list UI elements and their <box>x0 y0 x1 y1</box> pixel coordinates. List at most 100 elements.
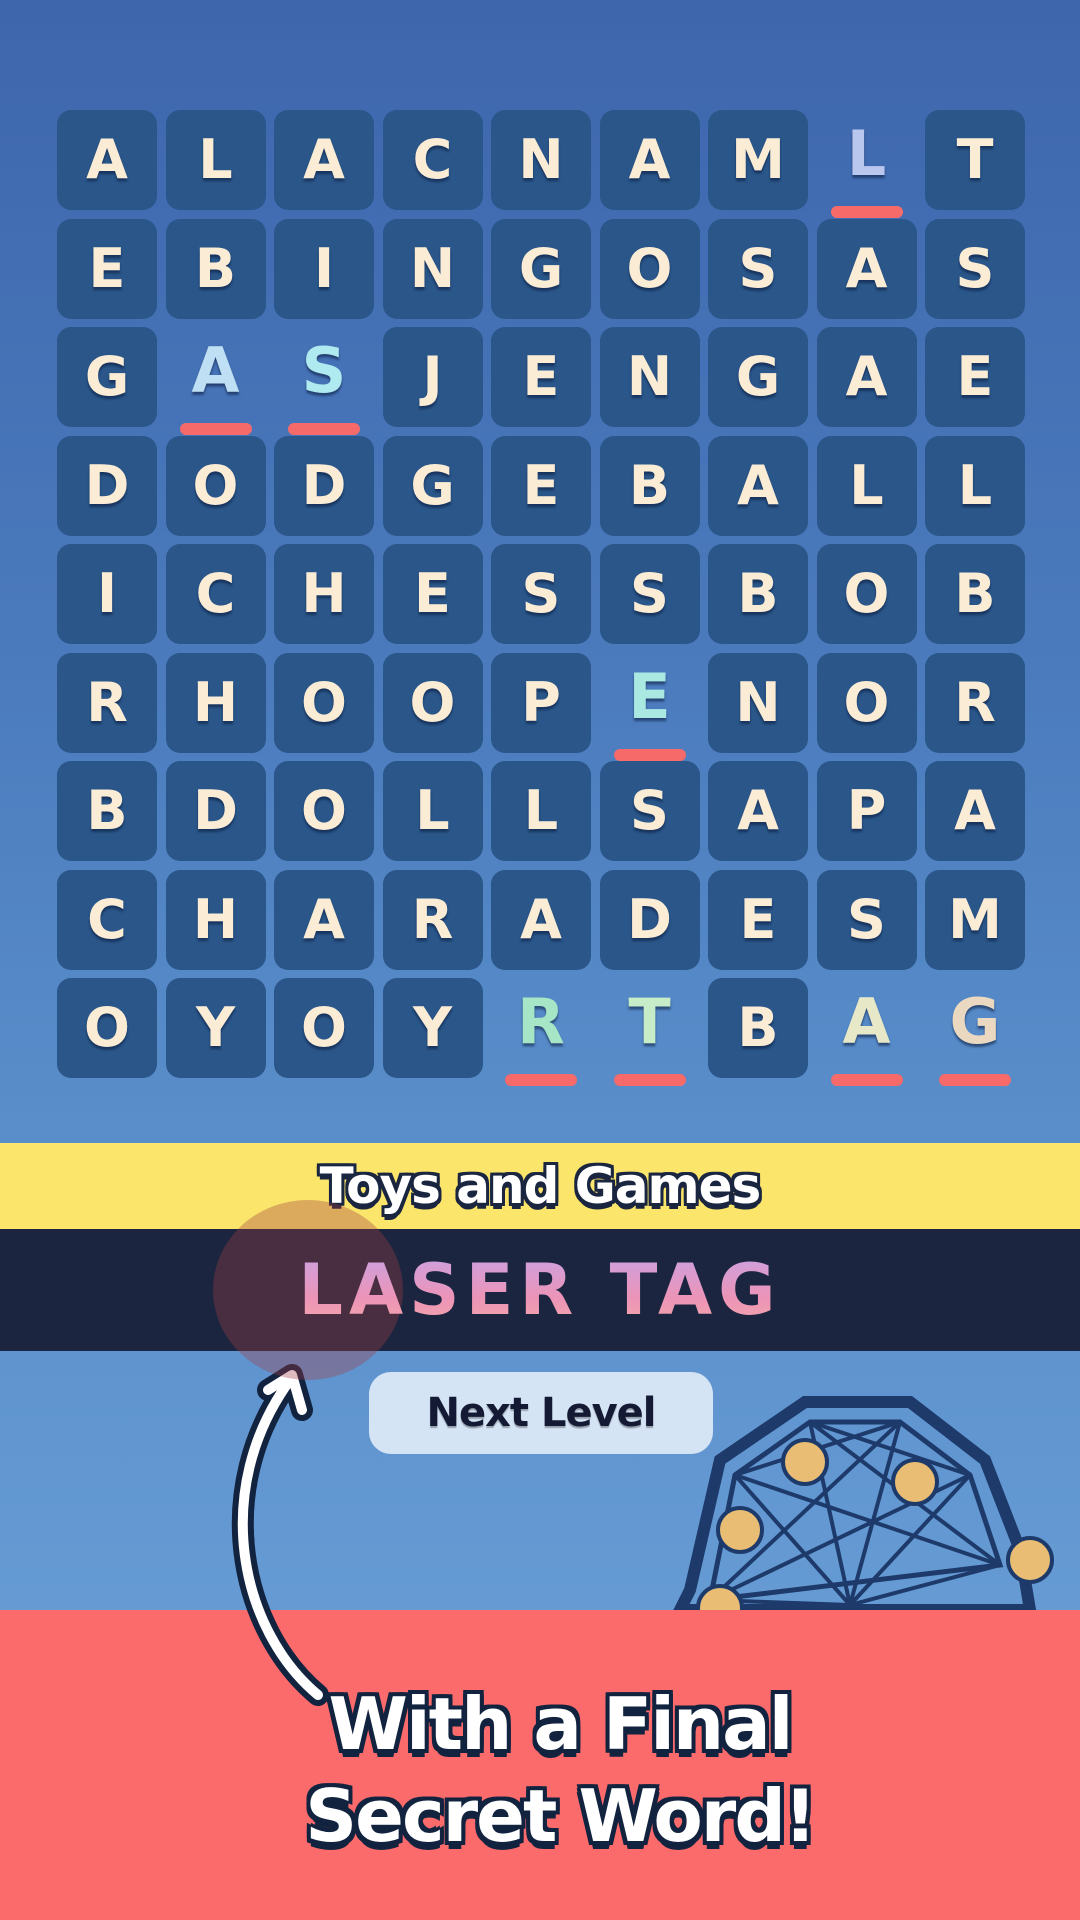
letter-tile-selected[interactable]: L <box>817 110 917 218</box>
letter-tile[interactable]: O <box>57 978 157 1078</box>
letter-tile[interactable]: A <box>816 327 917 427</box>
letter-tile[interactable]: N <box>382 218 483 319</box>
letter-tile[interactable]: A <box>599 110 700 210</box>
letter-tile[interactable]: E <box>382 544 483 644</box>
letter-tile[interactable]: H <box>165 869 266 970</box>
letter-tile[interactable]: E <box>491 435 591 536</box>
tile-letter: R <box>86 670 128 734</box>
letter-tile[interactable]: B <box>599 435 700 536</box>
letter-tile[interactable]: S <box>925 218 1025 319</box>
letter-tile[interactable]: O <box>274 652 374 753</box>
letter-tile[interactable]: S <box>599 761 700 861</box>
letter-tile[interactable]: S <box>491 544 591 644</box>
tile-letter: B <box>194 236 237 300</box>
letter-tile[interactable]: O <box>816 544 917 644</box>
letter-tile[interactable]: I <box>274 218 374 319</box>
letter-tile[interactable]: O <box>382 652 483 753</box>
letter-tile-selected[interactable]: A <box>817 978 917 1086</box>
letter-tile-selected[interactable]: T <box>600 978 700 1086</box>
letter-tile[interactable]: O <box>816 652 917 753</box>
letter-tile[interactable]: R <box>925 652 1025 753</box>
letter-tile[interactable]: A <box>816 218 917 319</box>
tile-letter: R <box>517 985 565 1058</box>
letter-tile[interactable]: G <box>491 218 591 319</box>
tile-letter: G <box>410 453 455 517</box>
letter-tile[interactable]: O <box>599 218 700 319</box>
letter-tile[interactable]: B <box>925 544 1025 644</box>
letter-tile[interactable]: E <box>57 218 157 319</box>
letter-tile[interactable]: D <box>57 435 157 536</box>
letter-tile[interactable]: H <box>274 544 374 644</box>
letter-tile[interactable]: E <box>708 869 808 970</box>
letter-tile[interactable]: T <box>925 110 1025 210</box>
tile-letter: S <box>301 334 347 407</box>
letter-tile[interactable]: D <box>165 761 266 861</box>
curved-arrow-icon <box>231 1364 329 1706</box>
letter-tile[interactable]: C <box>57 869 157 970</box>
letter-tile[interactable]: A <box>925 761 1025 861</box>
letter-tile[interactable]: Y <box>382 978 483 1078</box>
letter-tile[interactable]: L <box>382 761 483 861</box>
tile-letter: L <box>849 453 884 517</box>
letter-tile[interactable]: B <box>57 761 157 861</box>
letter-tile[interactable]: A <box>708 761 808 861</box>
letter-tile[interactable]: E <box>491 327 591 427</box>
letter-tile[interactable]: S <box>599 544 700 644</box>
letter-tile-selected[interactable]: S <box>274 327 374 435</box>
tile-letter: N <box>735 670 781 734</box>
letter-tile[interactable]: R <box>382 869 483 970</box>
letter-tile[interactable]: G <box>708 327 808 427</box>
tile-letter: A <box>737 779 779 842</box>
letter-tile[interactable]: M <box>925 869 1025 970</box>
letter-tile[interactable]: A <box>708 435 808 536</box>
letter-tile[interactable]: L <box>165 110 266 210</box>
letter-tile[interactable]: I <box>57 544 157 644</box>
letter-tile[interactable]: O <box>165 435 266 536</box>
letter-tile[interactable]: D <box>599 869 700 970</box>
letter-tile[interactable]: S <box>708 218 808 319</box>
letter-tile[interactable]: A <box>274 110 374 210</box>
letter-tile[interactable]: N <box>708 652 808 753</box>
tile-letter: T <box>628 985 671 1058</box>
letter-tile[interactable]: A <box>57 110 157 210</box>
letter-tile[interactable]: L <box>816 435 917 536</box>
letter-tile[interactable]: C <box>165 544 266 644</box>
letter-tile-selected[interactable]: G <box>925 978 1025 1086</box>
letter-tile[interactable]: N <box>599 327 700 427</box>
letter-tile[interactable]: B <box>708 978 808 1078</box>
tile-letter: R <box>411 887 454 951</box>
letter-tile[interactable]: Y <box>165 978 266 1078</box>
letter-tile[interactable]: L <box>491 761 591 861</box>
letter-tile[interactable]: D <box>274 435 374 536</box>
letter-tile[interactable]: P <box>816 761 917 861</box>
letter-tile[interactable]: B <box>165 218 266 319</box>
letter-tile[interactable]: E <box>925 327 1025 427</box>
letter-tile[interactable]: N <box>491 110 591 210</box>
letter-tile[interactable]: O <box>274 761 374 861</box>
tile-letter: E <box>522 453 560 517</box>
letter-tile[interactable]: P <box>491 652 591 753</box>
letter-tile[interactable]: G <box>57 327 157 427</box>
letter-tile-selected[interactable]: E <box>600 653 700 761</box>
letter-tile-selected[interactable]: R <box>491 978 591 1086</box>
tile-letter: B <box>737 996 779 1059</box>
selected-letter-underline <box>505 1074 577 1086</box>
letter-tile[interactable]: G <box>382 435 483 536</box>
letter-tile[interactable]: J <box>382 327 483 427</box>
tile-letter: E <box>956 345 994 408</box>
tile-letter: B <box>86 779 128 842</box>
letter-tile[interactable]: S <box>816 869 917 970</box>
letter-tile[interactable]: B <box>708 544 808 644</box>
letter-tile[interactable]: L <box>925 435 1025 536</box>
letter-tile[interactable]: M <box>708 110 808 210</box>
tile-letter: O <box>626 236 673 300</box>
letter-tile[interactable]: C <box>382 110 483 210</box>
letter-tile[interactable]: H <box>165 652 266 753</box>
letter-tile[interactable]: R <box>57 652 157 753</box>
letter-tile[interactable]: O <box>274 978 374 1078</box>
letter-tile[interactable]: A <box>491 869 591 970</box>
tile-letter: P <box>521 670 561 734</box>
letter-tile-selected[interactable]: A <box>166 327 266 435</box>
letter-tile[interactable]: A <box>274 869 374 970</box>
selected-letter-underline <box>613 1074 686 1086</box>
